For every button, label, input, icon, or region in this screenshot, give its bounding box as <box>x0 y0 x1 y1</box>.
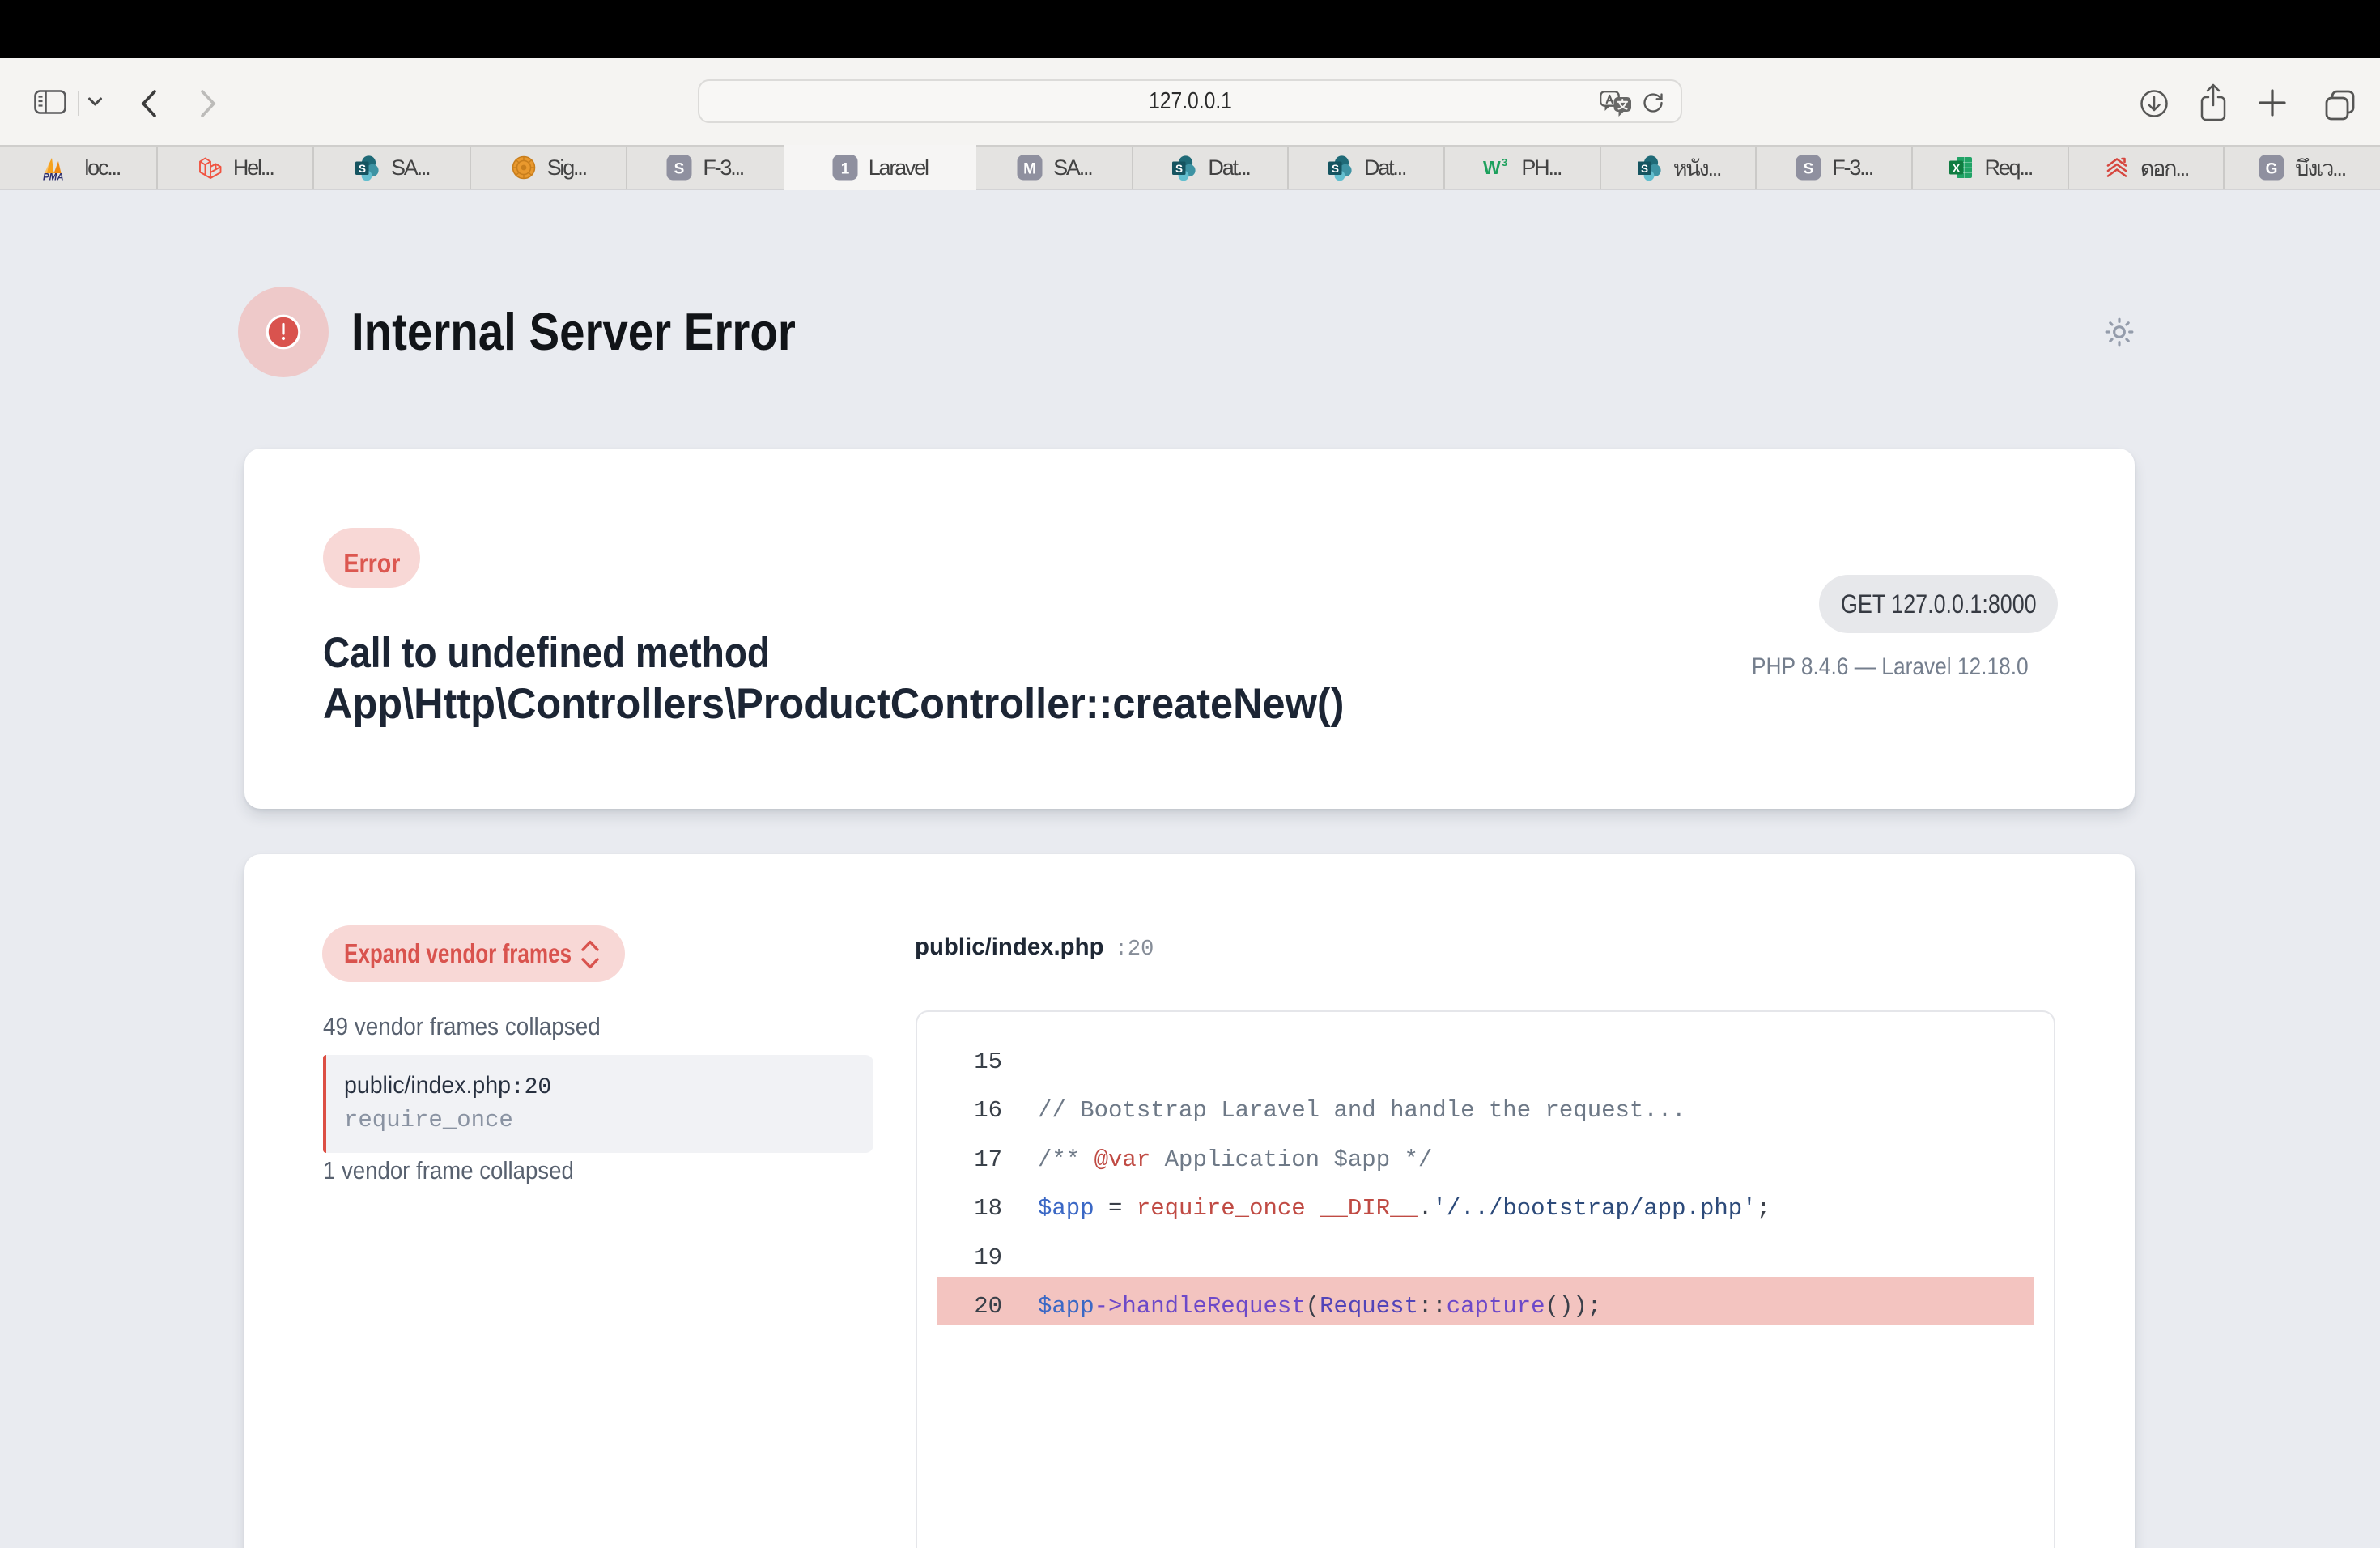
svg-text:S: S <box>1804 161 1814 178</box>
svg-text:S: S <box>1332 162 1339 174</box>
svg-text:S: S <box>359 162 366 174</box>
svg-text:PMA: PMA <box>43 172 64 181</box>
svg-text:S: S <box>1641 162 1648 174</box>
svg-text:1: 1 <box>840 161 849 178</box>
svg-text:S: S <box>1175 162 1183 174</box>
svg-text:W: W <box>1483 157 1501 178</box>
svg-text:3: 3 <box>1502 156 1507 168</box>
svg-text:S: S <box>674 161 685 178</box>
svg-text:M: M <box>1023 161 1036 178</box>
svg-text:X: X <box>1953 162 1961 175</box>
svg-text:G: G <box>2266 161 2278 178</box>
